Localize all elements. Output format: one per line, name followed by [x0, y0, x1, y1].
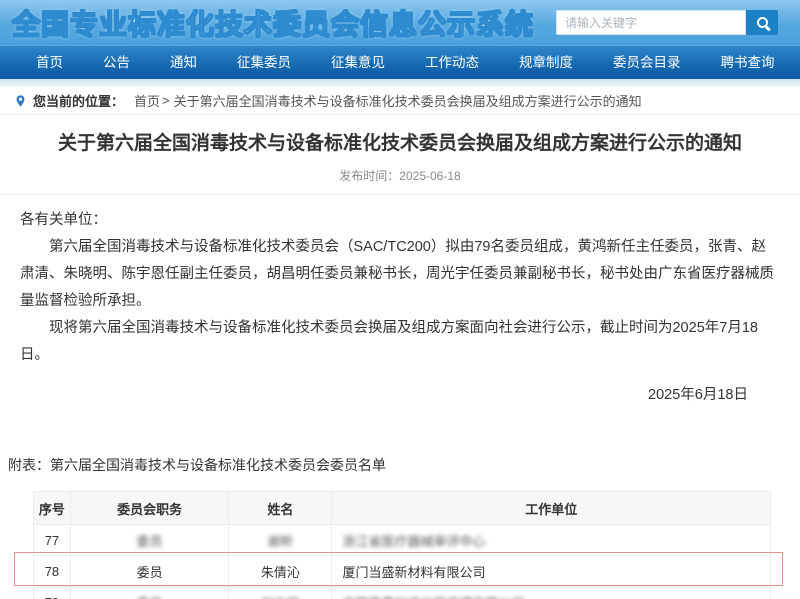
nav-item-announcements[interactable]: 公告 — [83, 46, 150, 79]
cell-org: 中国质量标准出版传媒有限公司 — [332, 587, 771, 599]
breadcrumb-label: 您当前的位置： — [33, 91, 124, 110]
col-header-org: 工作单位 — [332, 492, 771, 525]
body-paragraph-2: 现将第六届全国消毒技术与设备标准化技术委员会换届及组成方案面向社会进行公示，截止… — [20, 315, 780, 369]
cell-org: 厦门当盛新材料有限公司 — [332, 556, 771, 587]
breadcrumb: 您当前的位置： 首页 > 关于第六届全国消毒技术与设备标准化技术委员会换届及组成… — [0, 87, 800, 115]
search-icon — [757, 17, 768, 28]
article-body: 各有关单位： 第六届全国消毒技术与设备标准化技术委员会（SAC/TC200）拟由… — [0, 195, 800, 409]
search-box — [556, 10, 778, 35]
nav-item-solicit-opinions[interactable]: 征集意见 — [311, 46, 405, 79]
table-row: 77 委员 谢昕 浙江省医疗器械审评中心 — [34, 525, 771, 556]
site-header: 全国专业标准化技术委员会信息公示系统 — [0, 0, 800, 45]
cell-name: 谢昕 — [229, 525, 332, 556]
cell-org: 浙江省医疗器械审评中心 — [332, 525, 771, 556]
salutation: 各有关单位： — [20, 207, 780, 234]
nav-item-certificate-query[interactable]: 聘书查询 — [701, 46, 795, 79]
table-row: 79 委员 刘立梅 中国质量标准出版传媒有限公司 — [34, 587, 771, 599]
article-header: 关于第六届全国消毒技术与设备标准化技术委员会换届及组成方案进行公示的通知 发布时… — [0, 115, 800, 195]
breadcrumb-separator: > — [162, 93, 170, 108]
members-table-wrap: 序号 委员会职务 姓名 工作单位 77 委员 谢昕 浙江省医疗器械审评中心 78… — [33, 491, 771, 599]
table-row-highlighted: 78 委员 朱倩沁 厦门当盛新材料有限公司 — [34, 556, 771, 587]
cell-role: 委员 — [70, 556, 228, 587]
signature-date: 2025年6月18日 — [20, 382, 780, 409]
table-header-row: 序号 委员会职务 姓名 工作单位 — [34, 492, 771, 525]
breadcrumb-home-link[interactable]: 首页 — [134, 91, 160, 110]
col-header-name: 姓名 — [229, 492, 332, 525]
location-pin-icon — [14, 93, 27, 109]
site-title: 全国专业标准化技术委员会信息公示系统 — [12, 3, 534, 43]
nav-item-regulations[interactable]: 规章制度 — [499, 46, 593, 79]
search-input[interactable] — [556, 10, 746, 35]
cell-role: 委员 — [70, 525, 228, 556]
nav-item-downloads[interactable]: 资料下载 — [795, 46, 800, 79]
nav-item-notices[interactable]: 通知 — [150, 46, 217, 79]
cell-seq: 79 — [34, 587, 71, 599]
cell-seq: 78 — [34, 556, 71, 587]
page-title: 关于第六届全国消毒技术与设备标准化技术委员会换届及组成方案进行公示的通知 — [30, 129, 770, 158]
nav-item-home[interactable]: 首页 — [16, 46, 83, 79]
nav-item-recruit-members[interactable]: 征集委员 — [217, 46, 311, 79]
main-nav: 首页 公告 通知 征集委员 征集意见 工作动态 规章制度 委员会目录 聘书查询 … — [0, 45, 800, 79]
cell-role: 委员 — [70, 587, 228, 599]
col-header-seq: 序号 — [34, 492, 71, 525]
cell-name: 朱倩沁 — [229, 556, 332, 587]
attachment-caption: 附表：第六届全国消毒技术与设备标准化技术委员会委员名单 — [8, 455, 800, 475]
nav-item-work-news[interactable]: 工作动态 — [405, 46, 499, 79]
body-paragraph-1: 第六届全国消毒技术与设备标准化技术委员会（SAC/TC200）拟由79名委员组成… — [20, 234, 780, 315]
breadcrumb-current: 关于第六届全国消毒技术与设备标准化技术委员会换届及组成方案进行公示的通知 — [174, 91, 642, 110]
publish-date: 发布时间：2025-06-18 — [30, 167, 770, 184]
nav-shadow-strip — [0, 79, 800, 87]
members-table: 序号 委员会职务 姓名 工作单位 77 委员 谢昕 浙江省医疗器械审评中心 78… — [33, 491, 771, 599]
cell-seq: 77 — [34, 525, 71, 556]
search-button[interactable] — [746, 10, 778, 35]
cell-name: 刘立梅 — [229, 587, 332, 599]
nav-item-committee-directory[interactable]: 委员会目录 — [593, 46, 701, 79]
col-header-role: 委员会职务 — [70, 492, 228, 525]
